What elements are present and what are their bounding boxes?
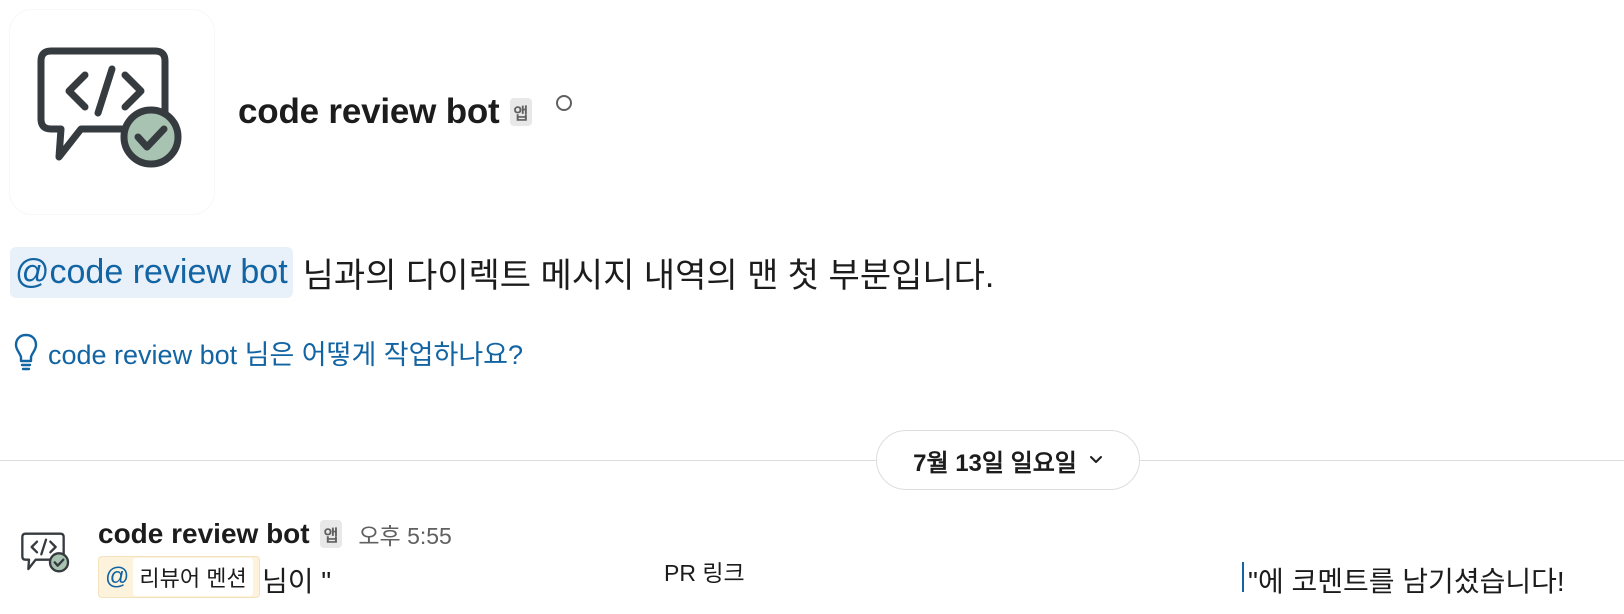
how-it-works-link[interactable]: code review bot 님은 어떻게 작업하나요? xyxy=(14,330,523,374)
text-cursor xyxy=(1242,562,1244,592)
dm-intro-text: 님과의 다이렉트 메시지 내역의 맨 첫 부분입니다. xyxy=(302,256,995,295)
app-badge: 앱 xyxy=(319,520,343,548)
pr-link-variable[interactable]: PR 링크 xyxy=(664,554,745,588)
bot-profile-avatar[interactable] xyxy=(10,10,214,214)
date-label: 7월 13일 일요일 xyxy=(913,449,1077,477)
message-avatar[interactable] xyxy=(10,518,82,590)
chevron-down-icon xyxy=(1089,456,1102,463)
bot-name[interactable]: code review bot xyxy=(238,92,500,132)
reviewer-mention-label: 리뷰어 멘션 xyxy=(133,558,253,596)
reviewer-mention-variable[interactable]: @ 리뷰어 멘션 xyxy=(98,556,260,598)
dm-intro: @code review bot 님과의 다이렉트 메시지 내역의 맨 첫 부분… xyxy=(10,244,994,300)
message-timestamp[interactable]: 오후 5:55 xyxy=(358,517,451,551)
bot-name-row: code review bot 앱 xyxy=(238,86,573,138)
lightbulb-icon xyxy=(14,333,38,371)
date-divider-button[interactable]: 7월 13일 일요일 xyxy=(876,430,1140,490)
mention-at-sign: @ xyxy=(105,563,130,590)
message-header: code review bot 앱 오후 5:55 xyxy=(98,514,452,554)
presence-away-icon xyxy=(556,95,573,111)
date-divider-line xyxy=(0,460,1624,461)
message-body: @ 리뷰어 멘션 님이 " PR 링크 "에 코멘트를 남기셨습니다! xyxy=(98,556,1598,600)
message-text-after: "에 코멘트를 남기셨습니다! xyxy=(1248,566,1565,597)
app-badge: 앱 xyxy=(509,98,533,126)
code-review-bot-avatar-icon xyxy=(37,47,182,168)
bot-mention[interactable]: @code review bot xyxy=(10,246,293,298)
how-it-works-label: code review bot 님은 어떻게 작업하나요? xyxy=(48,339,524,370)
code-review-bot-avatar-icon xyxy=(21,532,70,573)
message-sender[interactable]: code review bot xyxy=(98,518,310,550)
message-text-before: 님이 " xyxy=(262,566,332,597)
